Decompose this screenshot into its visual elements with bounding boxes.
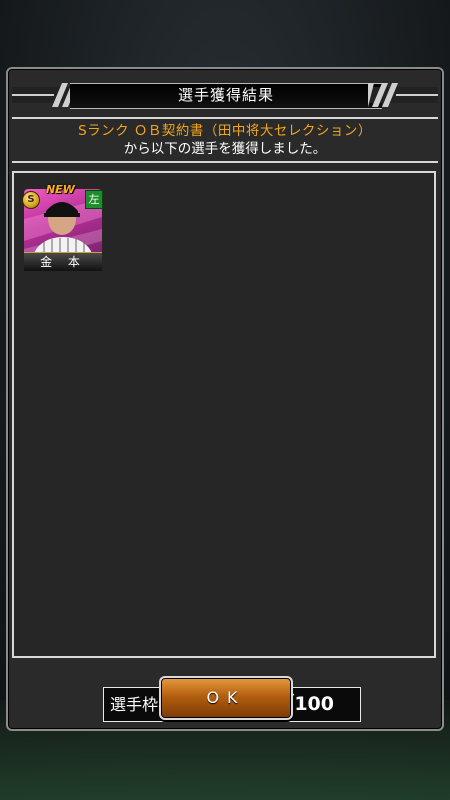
result-dialog: 選手獲得結果 Sランク ＯＢ契約書（田中将大セレクション） から以下の選手を獲得… bbox=[6, 67, 444, 731]
ok-button[interactable]: OK bbox=[159, 676, 293, 720]
title-stripes-right bbox=[368, 83, 438, 107]
acquired-players-panel: NEW S 左 金 本 選手枠： 82／100 bbox=[12, 171, 436, 722]
divider bbox=[12, 161, 438, 163]
batting-hand-badge: 左 bbox=[85, 190, 103, 209]
new-badge: NEW bbox=[46, 183, 75, 196]
divider bbox=[12, 117, 438, 119]
dialog-titlebar: 選手獲得結果 bbox=[8, 81, 442, 109]
player-name: 金 本 bbox=[24, 252, 102, 271]
result-message: から以下の選手を獲得しました。 bbox=[123, 141, 327, 157]
player-card[interactable]: NEW S 左 金 本 bbox=[22, 183, 103, 271]
rank-badge: S bbox=[22, 191, 40, 209]
contract-name: Sランク ＯＢ契約書（田中将大セレクション） bbox=[78, 123, 372, 139]
dialog-title: 選手獲得結果 bbox=[177, 86, 274, 104]
